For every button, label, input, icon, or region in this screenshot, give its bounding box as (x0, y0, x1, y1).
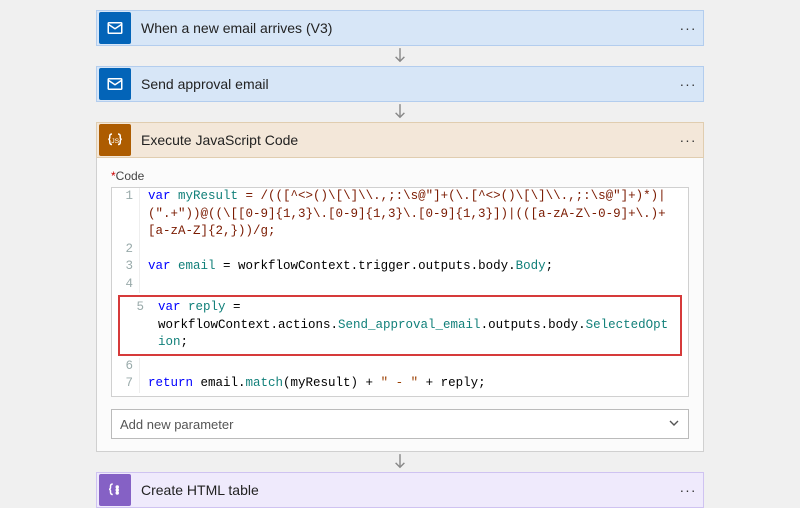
line-number: 4 (112, 276, 140, 294)
outlook-icon (99, 12, 131, 44)
code-line-3: var email = workflowContext.trigger.outp… (140, 258, 688, 276)
flow-arrow (96, 102, 704, 122)
step-title: Create HTML table (141, 482, 673, 498)
code-line-2 (140, 241, 688, 259)
js-code-icon: JS (99, 124, 131, 156)
data-operations-icon (99, 474, 131, 506)
line-number: 5 (122, 299, 150, 317)
flow-arrow (96, 452, 704, 472)
code-line-6 (140, 358, 688, 376)
code-line-7: return email.match(myResult) + " - " + r… (140, 375, 688, 393)
step-title: When a new email arrives (V3) (141, 20, 673, 36)
highlight-box: 5var reply = workflowContext.actions.Sen… (118, 295, 682, 356)
line-number: 6 (112, 358, 140, 376)
workflow-step-htmltable[interactable]: Create HTML table ··· (96, 472, 704, 508)
chevron-down-icon (668, 417, 680, 432)
add-parameter-label: Add new parameter (120, 417, 233, 432)
code-line-4 (140, 276, 688, 294)
code-line-5b: workflowContext.actions.Send_approval_em… (150, 317, 678, 352)
code-line-1: var myResult = /(([^<>()\[\]\\.,;:\s@"]+… (140, 188, 688, 241)
code-editor[interactable]: 1var myResult = /(([^<>()\[\]\\.,;:\s@"]… (111, 187, 689, 397)
jscode-panel: *Code 1var myResult = /(([^<>()\[\]\\.,;… (96, 158, 704, 452)
flow-arrow (96, 46, 704, 66)
line-number: 7 (112, 375, 140, 393)
line-number: 3 (112, 258, 140, 276)
svg-text:JS: JS (111, 138, 119, 145)
line-number: 1 (112, 188, 140, 241)
code-field-label: Code (116, 169, 145, 183)
code-line-5: var reply = (150, 299, 678, 317)
step-more-button[interactable]: ··· (673, 482, 703, 498)
workflow-step-approval[interactable]: Send approval email ··· (96, 66, 704, 102)
step-more-button[interactable]: ··· (673, 20, 703, 36)
line-number: 2 (112, 241, 140, 259)
step-more-button[interactable]: ··· (673, 132, 703, 148)
step-title: Send approval email (141, 76, 673, 92)
workflow-step-trigger[interactable]: When a new email arrives (V3) ··· (96, 10, 704, 46)
add-parameter-dropdown[interactable]: Add new parameter (111, 409, 689, 439)
outlook-icon (99, 68, 131, 100)
workflow-step-jscode[interactable]: JS Execute JavaScript Code ··· (96, 122, 704, 158)
line-number (122, 317, 150, 352)
step-title: Execute JavaScript Code (141, 132, 673, 148)
step-more-button[interactable]: ··· (673, 76, 703, 92)
